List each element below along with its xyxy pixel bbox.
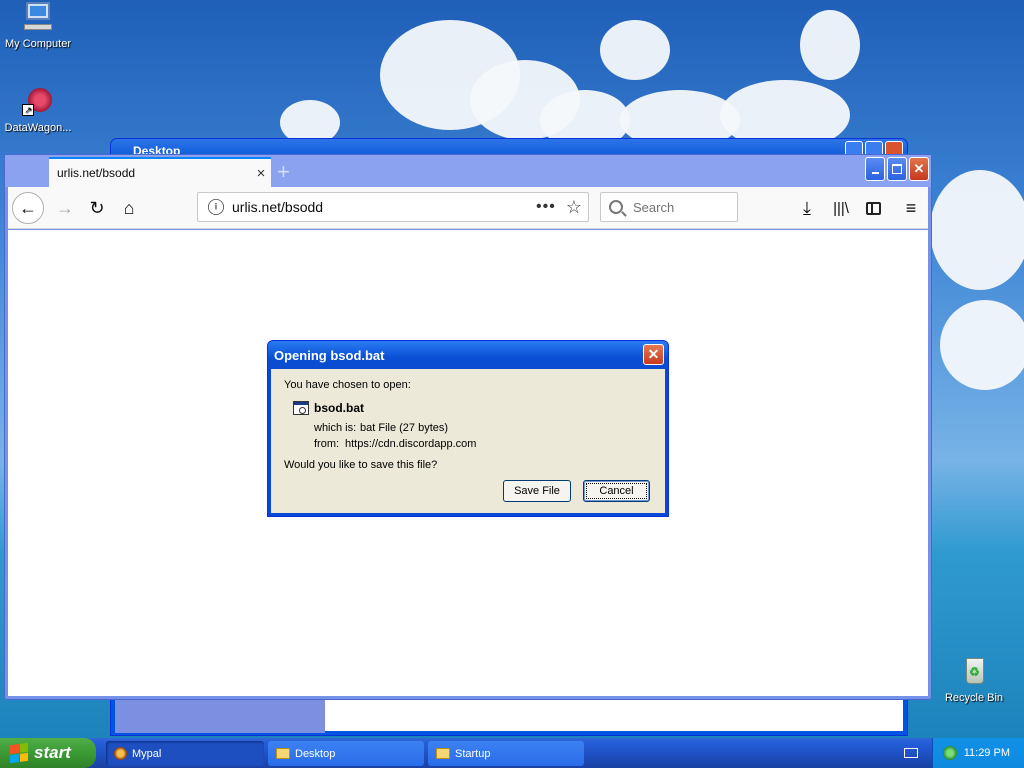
network-icon[interactable] — [943, 746, 957, 760]
close-icon: ✕ — [647, 346, 660, 362]
mypal-icon — [114, 747, 127, 760]
library-button[interactable]: |||\ — [826, 193, 856, 223]
back-arrow-icon: ← — [19, 197, 37, 218]
desktop-icon-label: My Computer — [4, 38, 72, 50]
close-button[interactable]: ✕ — [909, 157, 929, 181]
maximize-button[interactable] — [887, 157, 907, 181]
taskbar-item-startup[interactable]: Startup — [428, 741, 584, 766]
cloud — [940, 300, 1024, 390]
library-icon: |||\ — [833, 199, 849, 217]
page-actions-icon[interactable]: ••• — [536, 198, 556, 216]
search-input[interactable]: Search — [600, 192, 738, 222]
menu-button[interactable]: ≡ — [896, 193, 926, 223]
taskbar-item-label: Startup — [455, 747, 491, 760]
tab-strip: urlis.net/bsodd × + ✕ — [5, 155, 931, 187]
file-name: bsod.bat — [314, 401, 364, 415]
desktop-icon-datawagon[interactable]: ↗ DataWagon... — [0, 86, 76, 134]
new-tab-button[interactable]: + — [277, 159, 290, 185]
tab-close-icon[interactable]: × — [251, 165, 271, 182]
dialog-title[interactable]: Opening bsod.bat — [268, 341, 668, 369]
info-icon[interactable]: i — [208, 199, 224, 215]
sidebar-icon — [865, 201, 881, 215]
desktop-icon-my-computer[interactable]: My Computer — [0, 2, 76, 50]
start-label: start — [34, 743, 71, 762]
desktop-icon-label: Recycle Bin — [944, 692, 1004, 704]
datawagon-icon: ↗ — [22, 86, 54, 118]
home-icon: ⌂ — [123, 197, 135, 218]
dialog-file: bsod.bat — [293, 401, 364, 415]
cloud — [800, 10, 860, 80]
sidebar-button[interactable] — [858, 193, 888, 223]
taskbar-item-mypal[interactable]: Mypal — [106, 741, 264, 766]
download-dialog: Opening bsod.bat ✕ You have chosen to op… — [267, 340, 669, 517]
url-text[interactable]: urlis.net/bsodd — [232, 199, 536, 215]
close-icon: ✕ — [913, 161, 925, 176]
tab-title: urlis.net/bsodd — [57, 166, 136, 180]
dialog-close-button[interactable]: ✕ — [643, 344, 664, 365]
clock[interactable]: 11:29 PM — [964, 747, 1010, 759]
minimize-button[interactable] — [865, 157, 885, 181]
cancel-button[interactable]: Cancel — [583, 480, 650, 502]
search-placeholder: Search — [633, 199, 675, 215]
start-button[interactable]: start — [0, 738, 96, 768]
tab-active[interactable]: urlis.net/bsodd × — [49, 157, 271, 187]
save-file-button[interactable]: Save File — [503, 480, 571, 502]
cloud — [930, 170, 1024, 290]
dialog-question: Would you like to save this file? — [284, 459, 438, 471]
system-tray: 11:29 PM — [932, 738, 1024, 768]
nav-toolbar: ← → ↻ ⌂ i urlis.net/bsodd ••• ☆ Search ⤓… — [8, 187, 928, 229]
background-window-sidebar — [115, 699, 325, 733]
taskbar-item-desktop[interactable]: Desktop — [268, 741, 424, 766]
home-button[interactable]: ⌂ — [114, 193, 144, 223]
computer-icon — [22, 2, 54, 34]
dialog-title-text: Opening bsod.bat — [274, 348, 385, 363]
windows-logo-icon — [10, 742, 28, 764]
from-label: from: — [314, 438, 340, 450]
forward-arrow-icon: → — [56, 197, 74, 218]
from-value: https://cdn.discordapp.com — [345, 438, 477, 450]
reload-icon: ↻ — [89, 197, 105, 218]
search-icon — [609, 200, 623, 214]
maximize-icon — [892, 164, 902, 174]
desktop-icon-label: DataWagon... — [4, 122, 72, 134]
taskbar-item-label: Mypal — [132, 747, 162, 760]
taskbar-item-label: Desktop — [295, 747, 336, 760]
cloud — [600, 20, 670, 80]
minimize-icon — [871, 172, 879, 174]
which-is-value: bat File (27 bytes) — [360, 422, 449, 434]
hamburger-menu-icon: ≡ — [905, 197, 917, 218]
download-icon: ⤓ — [803, 197, 811, 218]
folder-icon — [276, 748, 290, 759]
downloads-button[interactable]: ⤓ — [792, 193, 822, 223]
taskbar: start Mypal Desktop Startup 11:29 PM — [0, 738, 1024, 768]
dialog-intro: You have chosen to open: — [284, 379, 411, 391]
folder-icon — [436, 748, 450, 759]
reload-button[interactable]: ↻ — [82, 193, 112, 223]
keyboard-icon[interactable] — [904, 748, 918, 758]
url-bar[interactable]: i urlis.net/bsodd ••• ☆ — [197, 192, 589, 222]
bookmark-star-icon[interactable]: ☆ — [566, 197, 582, 218]
recycle-bin-icon: ♻ — [958, 656, 990, 688]
which-is-label: which is: — [314, 422, 357, 434]
batch-file-icon — [293, 401, 309, 415]
forward-button[interactable]: → — [50, 193, 80, 223]
window-controls: ✕ — [865, 157, 929, 181]
back-button[interactable]: ← — [12, 192, 44, 224]
desktop-icon-recycle-bin[interactable]: ♻ Recycle Bin — [936, 656, 1012, 704]
